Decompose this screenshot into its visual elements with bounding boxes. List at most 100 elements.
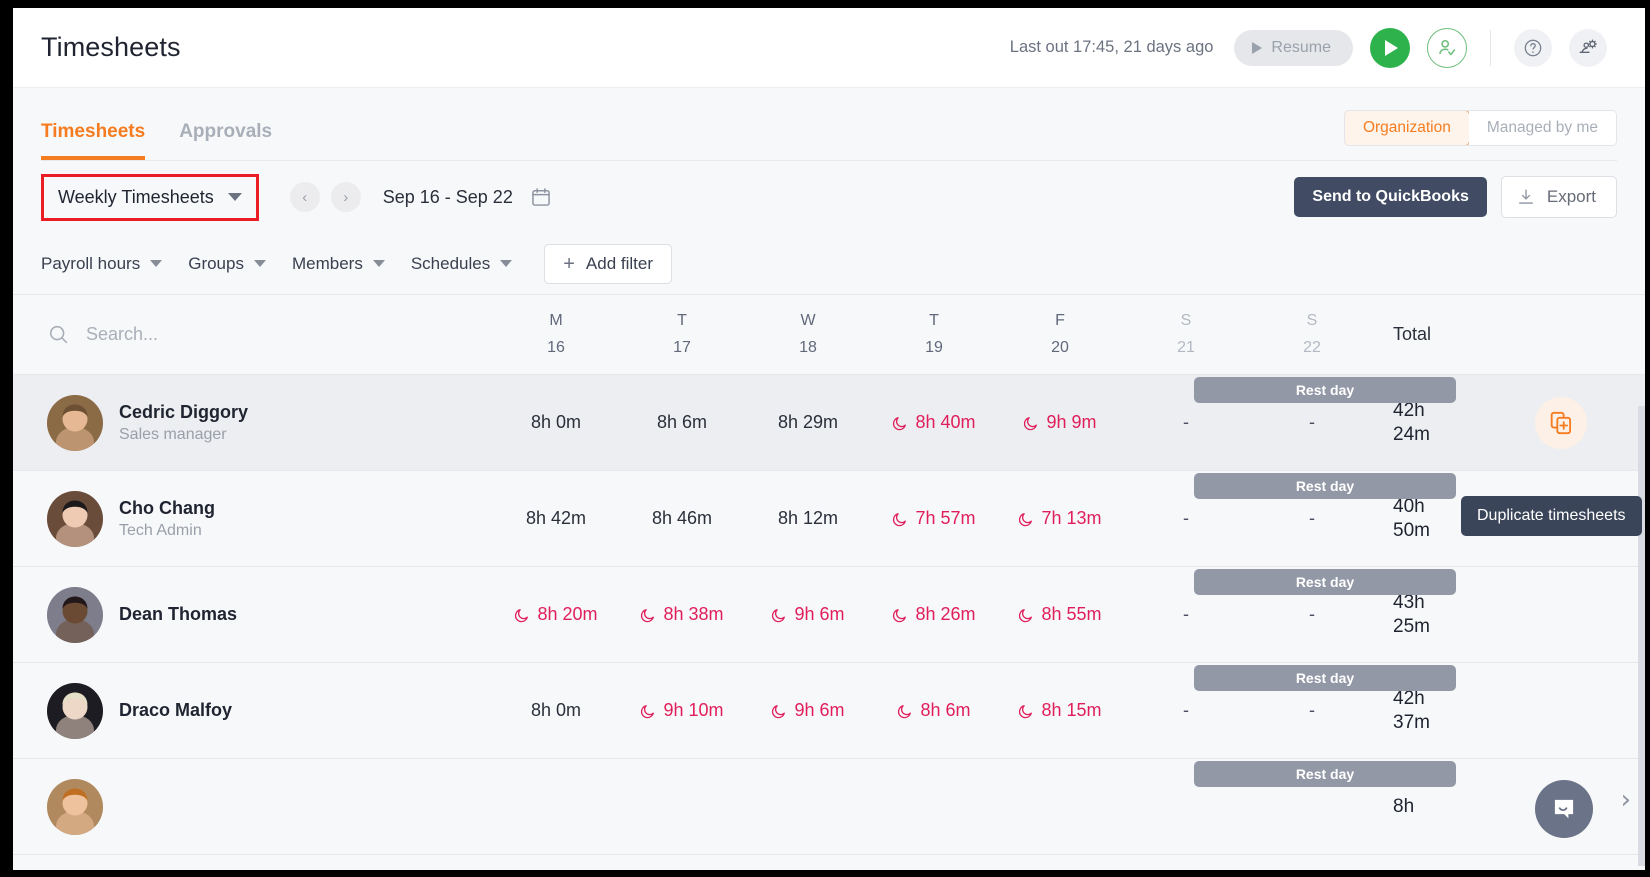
next-page-chevron-icon[interactable]: › <box>1621 785 1631 815</box>
add-filter-button[interactable]: + Add filter <box>544 244 672 284</box>
chevron-down-icon <box>500 260 512 267</box>
hours-cell-day-4[interactable]: 8h 40m <box>871 412 997 433</box>
hours-cell-day-1[interactable]: 8h 0m <box>493 412 619 433</box>
scope-toggle: Organization Managed by me <box>1344 110 1617 146</box>
hours-cell-day-7[interactable]: - <box>1249 604 1375 625</box>
avatar-dean <box>47 587 103 643</box>
avatar-draco <box>47 683 103 739</box>
member-cell[interactable]: Draco Malfoy <box>13 683 493 739</box>
help-icon <box>1523 38 1543 58</box>
day-number: 18 <box>799 339 817 357</box>
rest-day-badge: Rest day <box>1194 761 1456 787</box>
export-button[interactable]: Export <box>1501 176 1617 218</box>
day-header-tue: T 17 <box>619 312 745 357</box>
day-number: 16 <box>547 339 565 357</box>
hours-cell-day-6[interactable]: - <box>1123 604 1249 625</box>
hours-cell-day-7[interactable]: - <box>1249 508 1375 529</box>
hours-value: 7h 13m <box>1041 508 1101 529</box>
hours-cell-day-3[interactable]: 8h 29m <box>745 412 871 433</box>
calendar-icon[interactable] <box>530 186 552 208</box>
hours-cell-day-4[interactable]: 7h 57m <box>871 508 997 529</box>
filter-schedules[interactable]: Schedules <box>411 254 512 274</box>
scope-organization[interactable]: Organization <box>1344 110 1470 146</box>
filter-label: Payroll hours <box>41 254 140 274</box>
hours-cell-day-2[interactable]: 8h 46m <box>619 508 745 529</box>
export-label: Export <box>1547 187 1596 207</box>
hours-cell-day-2[interactable]: 8h 6m <box>619 412 745 433</box>
page-title: Timesheets <box>41 32 181 63</box>
table-header: M 16 T 17 W 18 T 19 F 20 S 21 S 22 Total <box>13 295 1645 375</box>
scope-managed-by-me[interactable]: Managed by me <box>1469 111 1616 145</box>
hours-value: - <box>1309 412 1315 433</box>
night-shift-moon-icon <box>892 511 908 527</box>
view-selector-dropdown[interactable]: Weekly Timesheets <box>41 174 259 221</box>
hours-cell-day-2[interactable]: 8h 38m <box>619 604 745 625</box>
hours-cell-day-7[interactable]: - <box>1249 700 1375 721</box>
member-role: Tech Admin <box>119 522 215 540</box>
tab-approvals[interactable]: Approvals <box>179 121 272 160</box>
day-header-fri: F 20 <box>997 312 1123 357</box>
hours-cell-day-2[interactable]: 9h 10m <box>619 700 745 721</box>
filter-payroll-hours[interactable]: Payroll hours <box>41 254 162 274</box>
hours-cell-day-6[interactable]: - <box>1123 412 1249 433</box>
hours-value: - <box>1183 700 1189 721</box>
clock-in-user-button[interactable] <box>1427 28 1467 68</box>
settings-button[interactable] <box>1569 29 1607 67</box>
filter-label: Groups <box>188 254 244 274</box>
hours-cell-day-5[interactable]: 7h 13m <box>997 508 1123 529</box>
previous-week-button[interactable]: ‹ <box>290 182 320 212</box>
hours-cell-day-1[interactable]: 8h 0m <box>493 700 619 721</box>
hours-value: 8h 26m <box>915 604 975 625</box>
help-button[interactable] <box>1514 29 1552 67</box>
hours-cell-day-3[interactable]: 9h 6m <box>745 604 871 625</box>
send-to-quickbooks-button[interactable]: Send to QuickBooks <box>1294 177 1486 217</box>
hours-cell-day-3[interactable]: 8h 12m <box>745 508 871 529</box>
day-header-wed: W 18 <box>745 312 871 357</box>
resume-button[interactable]: Resume <box>1234 30 1353 66</box>
vertical-scrollbar[interactable] <box>1638 406 1645 866</box>
hours-value: 7h 57m <box>915 508 975 529</box>
top-header: Timesheets Last out 17:45, 21 days ago R… <box>13 8 1645 88</box>
hours-cell-day-4[interactable]: 8h 6m <box>871 700 997 721</box>
table-row[interactable]: Cedric DiggorySales manager8h 0m8h 6m8h … <box>13 375 1645 471</box>
hours-cell-day-4[interactable]: 8h 26m <box>871 604 997 625</box>
play-icon <box>1385 40 1398 56</box>
hours-cell-day-6[interactable]: - <box>1123 700 1249 721</box>
plus-icon: + <box>563 254 575 274</box>
filter-label: Schedules <box>411 254 490 274</box>
table-body: Cedric DiggorySales manager8h 0m8h 6m8h … <box>13 375 1645 855</box>
hours-cell-day-1[interactable]: 8h 20m <box>493 604 619 625</box>
hours-cell-day-3[interactable]: 9h 6m <box>745 700 871 721</box>
last-out-status: Last out 17:45, 21 days ago <box>1010 38 1214 57</box>
member-name: Cedric Diggory <box>119 402 248 423</box>
hours-value: 8h 20m <box>537 604 597 625</box>
chat-launcher-button[interactable] <box>1535 780 1593 838</box>
toolbar-row: Weekly Timesheets ‹ › Sep 16 - Sep 22 Se… <box>13 161 1645 233</box>
hours-cell-day-5[interactable]: 9h 9m <box>997 412 1123 433</box>
hours-value: 8h 12m <box>778 508 838 529</box>
start-timer-button[interactable] <box>1370 28 1410 68</box>
table-row[interactable]: Cho ChangTech Admin8h 42m8h 46m 8h 12m 7h … <box>13 471 1645 567</box>
hours-cell-day-5[interactable]: 8h 15m <box>997 700 1123 721</box>
day-number: 17 <box>673 339 691 357</box>
member-cell[interactable] <box>13 779 493 835</box>
day-number: 19 <box>925 339 943 357</box>
hours-cell-day-5[interactable]: 8h 55m <box>997 604 1123 625</box>
member-cell[interactable]: Cedric DiggorySales manager <box>13 395 493 451</box>
member-cell[interactable]: Cho ChangTech Admin <box>13 491 493 547</box>
table-row[interactable]: 8hRest day <box>13 759 1645 855</box>
hours-value: 9h 6m <box>794 700 844 721</box>
row-total: 42h24m <box>1375 399 1525 447</box>
member-cell[interactable]: Dean Thomas <box>13 587 493 643</box>
table-row[interactable]: Draco Malfoy8h 0m9h 10m 9h 6m 8h 6m8h 15m -… <box>13 663 1645 759</box>
next-week-button[interactable]: › <box>331 182 361 212</box>
filter-members[interactable]: Members <box>292 254 385 274</box>
search-input[interactable] <box>86 324 416 345</box>
hours-cell-day-6[interactable]: - <box>1123 508 1249 529</box>
duplicate-timesheets-button[interactable] <box>1535 397 1587 449</box>
table-row[interactable]: Dean Thomas 8h 20m 8h 38m9h 6m 8h 26m 8h 55m… <box>13 567 1645 663</box>
hours-cell-day-1[interactable]: 8h 42m <box>493 508 619 529</box>
tab-timesheets[interactable]: Timesheets <box>41 121 145 160</box>
hours-cell-day-7[interactable]: - <box>1249 412 1375 433</box>
filter-groups[interactable]: Groups <box>188 254 266 274</box>
